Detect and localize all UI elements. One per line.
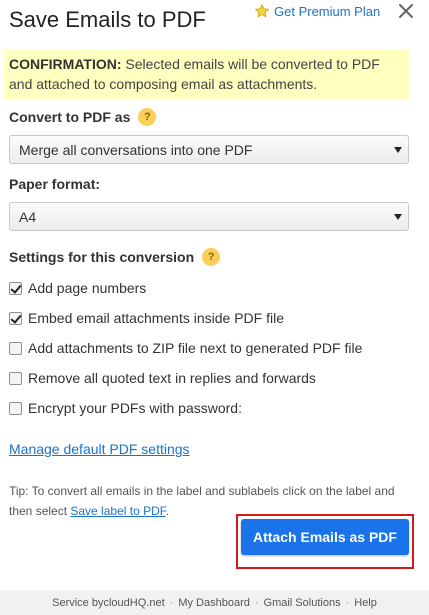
confirmation-prefix: CONFIRMATION:: [9, 56, 122, 72]
option-zip-attachments[interactable]: Add attachments to ZIP file next to gene…: [9, 340, 362, 356]
convert-select[interactable]: Merge all conversations into one PDF: [9, 135, 409, 164]
option-label: Encrypt your PDFs with password:: [28, 400, 242, 416]
option-remove-quoted-text[interactable]: Remove all quoted text in replies and fo…: [9, 370, 316, 386]
option-label: Add page numbers: [28, 280, 147, 296]
dropdown-arrow-icon: [394, 214, 402, 220]
save-label-to-pdf-link[interactable]: Save label to PDF: [70, 504, 165, 518]
footer-separator: ·: [345, 596, 350, 609]
paper-format-select[interactable]: A4: [9, 202, 409, 231]
footer: Service by cloudHQ.net · My Dashboard · …: [0, 590, 429, 615]
help-icon[interactable]: ?: [138, 108, 157, 126]
option-add-page-numbers[interactable]: Add page numbers: [9, 280, 146, 296]
settings-label-row: Settings for this conversion ?: [9, 248, 221, 266]
help-icon[interactable]: ?: [202, 248, 221, 266]
service-prefix: Service by: [52, 596, 104, 609]
paper-label: Paper format:: [9, 176, 101, 192]
tip-suffix: .: [165, 504, 170, 518]
dialog-title: Save Emails to PDF: [9, 7, 206, 32]
option-embed-attachments[interactable]: Embed email attachments inside PDF file: [9, 310, 284, 326]
convert-select-value: Merge all conversations into one PDF: [19, 141, 253, 158]
option-label: Remove all quoted text in replies and fo…: [28, 370, 316, 386]
footer-separator: ·: [169, 596, 174, 609]
checkbox[interactable]: [9, 341, 22, 355]
checkbox[interactable]: [9, 371, 22, 385]
dropdown-arrow-icon: [394, 147, 402, 153]
my-dashboard-link[interactable]: My Dashboard: [178, 597, 250, 609]
checkbox[interactable]: [9, 311, 22, 325]
cloudhq-link[interactable]: cloudHQ.net: [103, 597, 164, 609]
attach-emails-button[interactable]: Attach Emails as PDF: [241, 519, 409, 555]
settings-label: Settings for this conversion: [9, 249, 195, 265]
tip-prefix: Tip: To convert all emails in the label …: [9, 484, 395, 518]
star-icon: [254, 3, 270, 18]
option-encrypt-pdfs[interactable]: Encrypt your PDFs with password:: [9, 400, 242, 416]
checkbox[interactable]: [9, 401, 22, 415]
paper-format-value: A4: [19, 208, 37, 225]
manage-pdf-settings-link[interactable]: Manage default PDF settings: [9, 441, 190, 457]
footer-separator: ·: [254, 596, 259, 609]
convert-label-row: Convert to PDF as ?: [9, 108, 157, 126]
help-link[interactable]: Help: [354, 597, 377, 609]
convert-label: Convert to PDF as: [9, 109, 131, 125]
get-premium-label: Get Premium Plan: [274, 3, 381, 19]
close-icon[interactable]: [397, 2, 415, 20]
gmail-solutions-link[interactable]: Gmail Solutions: [264, 597, 341, 609]
confirmation-banner: CONFIRMATION: Selected emails will be co…: [4, 49, 409, 99]
option-label: Add attachments to ZIP file next to gene…: [28, 340, 363, 356]
get-premium-link[interactable]: Get Premium Plan: [254, 3, 380, 19]
option-label: Embed email attachments inside PDF file: [28, 310, 284, 326]
checkbox[interactable]: [9, 281, 22, 295]
